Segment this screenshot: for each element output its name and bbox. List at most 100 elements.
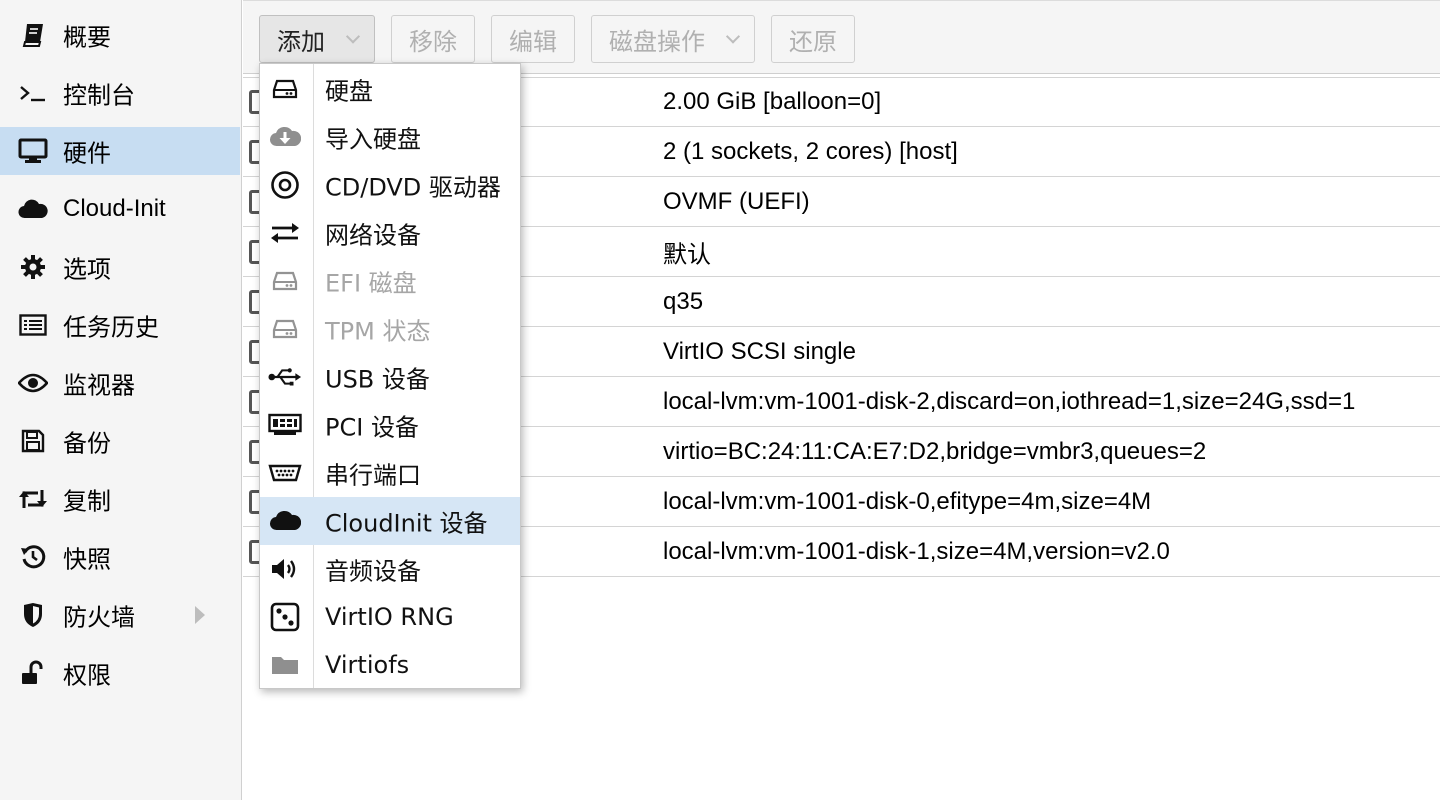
sidebar-item-label: 概要 (63, 23, 111, 52)
cloud-download-icon (268, 120, 302, 154)
menu-item-efi-disk[interactable]: EFI 磁盘 (260, 257, 520, 305)
menu-item-network-device[interactable]: 网络设备 (260, 209, 520, 257)
edit-button-label: 编辑 (509, 27, 557, 56)
sidebar-item-label: 任务历史 (63, 313, 159, 342)
retweet-icon (18, 484, 48, 514)
sidebar-item-label: 硬件 (63, 139, 111, 168)
optical-disc-icon (268, 168, 302, 202)
disk-action-button-label: 磁盘操作 (609, 27, 705, 56)
menu-item-cd-dvd-drive[interactable]: CD/DVD 驱动器 (260, 161, 520, 209)
menu-item-label: VirtIO RNG (325, 603, 454, 631)
revert-button[interactable]: 还原 (771, 15, 855, 63)
row-value: virtio=BC:24:11:CA:E7:D2,bridge=vmbr3,qu… (663, 437, 1207, 465)
sidebar-item-firewall[interactable]: 防火墙 (0, 591, 240, 639)
menu-item-label: CD/DVD 驱动器 (325, 173, 501, 202)
edit-button[interactable]: 编辑 (491, 15, 575, 63)
add-menu: 硬盘 导入硬盘 CD/DVD 驱动器 网络设备 EFI 磁盘 TPM 状态 US… (259, 63, 521, 689)
sidebar-item-label: Cloud-Init (63, 195, 166, 222)
list-icon (18, 310, 48, 340)
history-icon (18, 542, 48, 572)
menu-item-label: 导入硬盘 (325, 125, 421, 154)
chevron-down-icon (725, 29, 741, 44)
row-value: 默认 (663, 240, 711, 268)
floppy-icon (18, 426, 48, 456)
menu-item-label: 串行端口 (325, 461, 421, 490)
row-value: VirtIO SCSI single (663, 337, 856, 365)
row-value: q35 (663, 287, 704, 315)
cloud-icon (18, 194, 48, 224)
menu-item-import-disk[interactable]: 导入硬盘 (260, 113, 520, 161)
expand-arrow-icon[interactable] (195, 606, 205, 624)
gear-icon (18, 252, 48, 282)
sidebar-item-replication[interactable]: 复制 (0, 475, 240, 523)
sidebar-item-console[interactable]: 控制台 (0, 69, 240, 117)
sidebar-item-label: 防火墙 (63, 603, 135, 632)
menu-item-usb-device[interactable]: USB 设备 (260, 353, 520, 401)
menu-item-label: TPM 状态 (325, 317, 431, 346)
sidebar-item-options[interactable]: 选项 (0, 243, 240, 291)
desktop-icon (18, 136, 48, 166)
sidebar-item-label: 权限 (63, 661, 111, 690)
menu-item-hard-disk[interactable]: 硬盘 (260, 65, 520, 113)
shield-icon (18, 600, 48, 630)
menu-item-pci-device[interactable]: PCI 设备 (260, 401, 520, 449)
eye-icon (18, 368, 48, 398)
add-button[interactable]: 添加 (259, 15, 375, 63)
volume-icon (268, 552, 302, 586)
menu-item-label: 网络设备 (325, 221, 421, 250)
menu-item-virtio-rng[interactable]: VirtIO RNG (260, 593, 520, 641)
sidebar-item-task-history[interactable]: 任务历史 (0, 301, 240, 349)
sidebar-item-label: 备份 (63, 429, 111, 458)
row-value: 2 (1 sockets, 2 cores) [host] (663, 137, 958, 165)
book-icon (18, 20, 48, 50)
disk-action-button[interactable]: 磁盘操作 (591, 15, 755, 63)
hdd-icon (268, 72, 302, 106)
dice-icon (268, 600, 302, 634)
menu-item-audio-device[interactable]: 音频设备 (260, 545, 520, 593)
sidebar-item-monitor[interactable]: 监视器 (0, 359, 240, 407)
sidebar-item-permissions[interactable]: 权限 (0, 649, 240, 697)
row-value: local-lvm:vm-1001-disk-1,size=4M,version… (663, 537, 1170, 565)
remove-button[interactable]: 移除 (391, 15, 475, 63)
terminal-icon (18, 78, 48, 108)
row-value: local-lvm:vm-1001-disk-0,efitype=4m,size… (663, 487, 1152, 515)
row-value: local-lvm:vm-1001-disk-2,discard=on,ioth… (663, 387, 1356, 415)
sidebar: 概要 控制台 硬件 Cloud-Init 选项 任务历史 监视器 备份 复制 快… (0, 0, 242, 800)
sidebar-item-hardware[interactable]: 硬件 (0, 127, 240, 175)
exchange-icon (268, 216, 302, 250)
remove-button-label: 移除 (409, 27, 457, 56)
menu-item-label: USB 设备 (325, 365, 430, 394)
menu-item-label: CloudInit 设备 (325, 509, 488, 538)
sidebar-item-snapshot[interactable]: 快照 (0, 533, 240, 581)
sidebar-item-summary[interactable]: 概要 (0, 11, 240, 59)
sidebar-item-label: 控制台 (63, 81, 135, 110)
sidebar-item-label: 复制 (63, 487, 111, 516)
row-value: 2.00 GiB [balloon=0] (663, 88, 882, 115)
menu-item-cloudinit-device[interactable]: CloudInit 设备 (260, 497, 520, 545)
hdd-icon (268, 312, 302, 346)
revert-button-label: 还原 (789, 27, 837, 56)
sidebar-item-label: 监视器 (63, 371, 135, 400)
chevron-down-icon (345, 29, 361, 44)
menu-item-label: PCI 设备 (325, 413, 419, 442)
sidebar-item-label: 快照 (63, 545, 111, 574)
sidebar-item-backup[interactable]: 备份 (0, 417, 240, 465)
unlock-icon (18, 658, 48, 688)
cloud-icon (268, 504, 302, 538)
usb-icon (268, 360, 302, 394)
folder-icon (268, 648, 302, 682)
menu-item-label: 硬盘 (325, 77, 373, 106)
menu-item-tpm-state[interactable]: TPM 状态 (260, 305, 520, 353)
menu-item-label: Virtiofs (325, 651, 410, 679)
menu-item-label: 音频设备 (325, 557, 421, 586)
hdd-icon (268, 264, 302, 298)
sidebar-item-label: 选项 (63, 255, 111, 284)
serial-port-icon (268, 456, 302, 490)
add-button-label: 添加 (277, 27, 325, 56)
sidebar-item-cloud-init[interactable]: Cloud-Init (0, 185, 240, 233)
menu-item-label: EFI 磁盘 (325, 269, 417, 298)
menu-item-serial-port[interactable]: 串行端口 (260, 449, 520, 497)
row-value: OVMF (UEFI) (663, 187, 810, 215)
menu-item-virtiofs[interactable]: Virtiofs (260, 641, 520, 689)
pci-card-icon (268, 408, 302, 442)
